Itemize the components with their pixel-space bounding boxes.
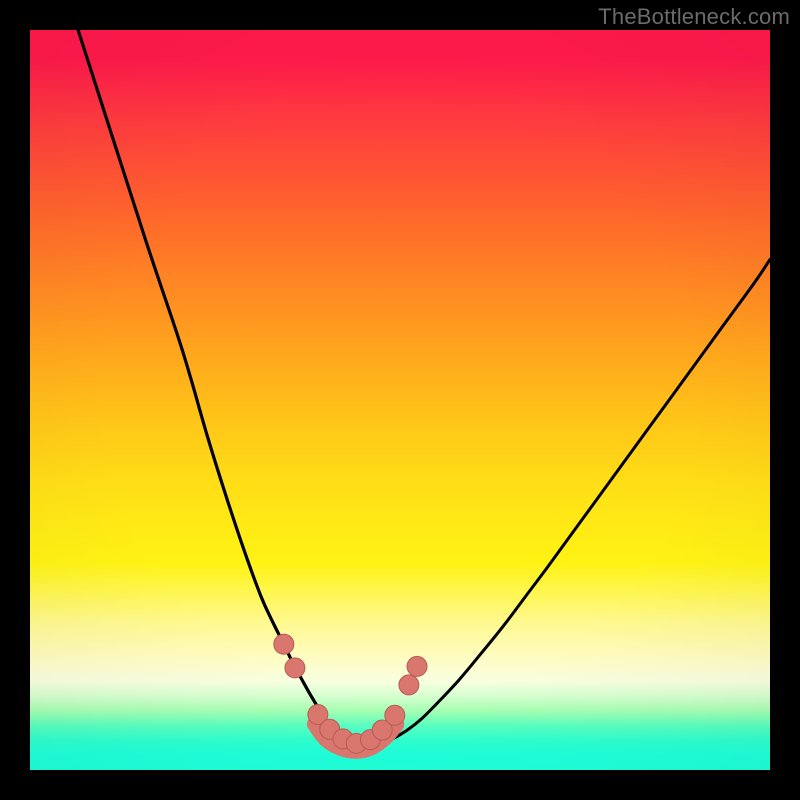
chart-stage: TheBottleneck.com [0,0,800,800]
watermark-label: TheBottleneck.com [598,4,790,30]
data-marker [274,634,294,654]
data-marker [285,658,305,678]
marker-group [274,634,427,753]
data-marker [399,675,419,695]
left-curve-path [78,30,363,751]
gradient-plot-area [30,30,770,770]
curve-layer [30,30,770,770]
data-marker [385,705,405,725]
right-curve-path [363,259,770,750]
data-marker [407,656,427,676]
